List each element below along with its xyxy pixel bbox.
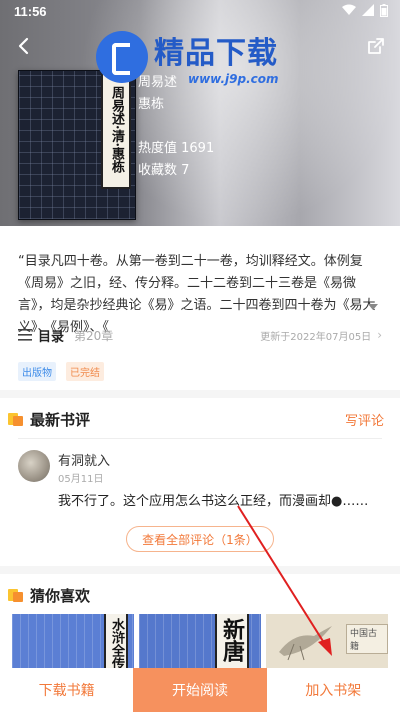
signal-icon <box>362 4 374 16</box>
recommend-title: 猜你喜欢 <box>30 586 91 605</box>
status-time: 11:56 <box>14 4 47 19</box>
table-of-contents-row[interactable]: 目录 第20章 更新于2022年07月05日 › <box>18 324 382 346</box>
watermark-logo-icon <box>96 31 148 83</box>
review-username[interactable]: 有洞就入 <box>58 450 110 469</box>
write-review-button[interactable]: 写评论 <box>345 410 384 429</box>
section-icon <box>8 587 24 603</box>
recommended-book-title: 水浒全传 <box>109 618 124 670</box>
book-cover: 周易述·清·惠栋 <box>18 70 136 220</box>
start-reading-button[interactable]: 开始阅读 <box>133 668 267 712</box>
status-icons <box>342 4 388 17</box>
avatar[interactable] <box>18 450 50 482</box>
section-divider <box>0 390 400 398</box>
recommended-books: 水浒全传 新唐 中国古籍 <box>12 614 388 670</box>
recommended-book-title: 新唐 <box>219 618 245 662</box>
book-header: 11:56 周易述·清·惠栋 周易述 惠栋 热度值 1691 收藏数 7 精品下… <box>0 0 400 226</box>
bottom-action-bar: 下载书籍 开始阅读 加入书架 <box>0 668 400 712</box>
toc-updated-date: 更新于2022年07月05日 <box>260 331 372 343</box>
watermark-url: www.j9p.com <box>188 72 279 86</box>
download-book-button[interactable]: 下载书籍 <box>0 668 133 712</box>
list-icon <box>18 329 32 341</box>
view-all-reviews-button[interactable]: 查看全部评论（1条） <box>126 526 274 552</box>
review-text: 我不行了。这个应用怎么书这么正经，而漫画却●…… <box>58 494 369 509</box>
wifi-icon <box>342 4 356 15</box>
recommended-book-title: 中国古籍 <box>346 624 388 654</box>
share-button[interactable] <box>366 36 386 56</box>
toc-latest-chapter: 第20章 <box>74 328 114 343</box>
book-tags: 出版物 已完结 <box>18 362 104 381</box>
reviews-divider <box>18 438 382 439</box>
recommend-header: 猜你喜欢 <box>8 584 392 606</box>
recommended-book[interactable]: 水浒全传 <box>12 614 134 670</box>
tag-completed: 已完结 <box>66 362 104 381</box>
review-date: 05月11日 <box>58 474 104 485</box>
expand-description-icon[interactable] <box>366 302 380 312</box>
tag-publication: 出版物 <box>18 362 56 381</box>
status-bar: 11:56 <box>0 0 400 24</box>
battery-icon <box>380 4 388 17</box>
toc-label: 目录 <box>38 329 65 345</box>
book-author: 惠栋 <box>138 97 165 112</box>
review-item: 有洞就入 05月11日 我不行了。这个应用怎么书这么正经，而漫画却●…… <box>18 448 382 509</box>
recommended-book[interactable]: 中国古籍 <box>266 614 388 670</box>
reviews-title: 最新书评 <box>30 410 91 429</box>
book-popularity: 热度值 1691 <box>138 141 215 156</box>
reviews-header: 最新书评 写评论 <box>8 408 392 430</box>
site-watermark: 精品下载 www.j9p.com <box>96 28 279 86</box>
chevron-right-icon: › <box>377 328 382 342</box>
back-button[interactable] <box>12 34 36 58</box>
section-icon <box>8 411 24 427</box>
section-divider <box>0 566 400 574</box>
book-info: 周易述 惠栋 热度值 1691 收藏数 7 <box>138 72 214 182</box>
recommended-book[interactable]: 新唐 <box>139 614 261 670</box>
watermark-title: 精品下载 <box>154 37 278 70</box>
add-to-shelf-button[interactable]: 加入书架 <box>267 668 400 712</box>
book-favorites: 收藏数 7 <box>138 163 190 178</box>
cover-title-label: 周易述·清·惠栋 <box>101 71 131 189</box>
bird-illustration-icon <box>279 626 332 661</box>
